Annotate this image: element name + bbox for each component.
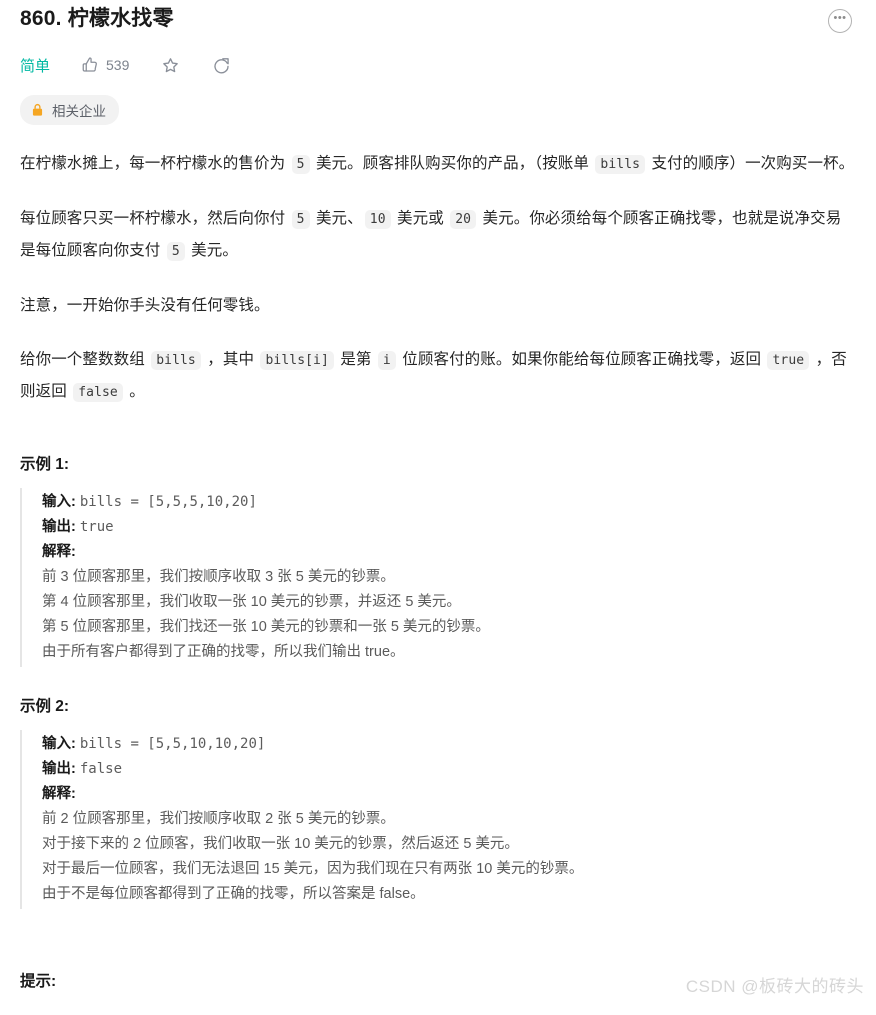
example-2-explain-label: 解释:	[42, 786, 76, 802]
example-2-explain-line-3: 对于最后一位顾客，我们无法退回 15 美元，因为我们现在只有两张 10 美元的钞…	[42, 861, 584, 877]
p2-code-1: 5	[291, 210, 310, 229]
thumbs-up-icon	[81, 56, 99, 74]
example-1-input: 输入: bills = [5,5,5,10,20]	[42, 490, 856, 515]
description-paragraph-1: 在柠檬水摊上，每一杯柠檬水的售价为 5 美元。顾客排队购买你的产品，（按账单 b…	[20, 148, 856, 180]
favorite-button[interactable]	[161, 56, 180, 75]
p2-text-2: 美元、	[311, 210, 363, 227]
p4-text-2: ，其中	[202, 351, 259, 368]
example-2-explain-line-4: 由于不是每位顾客都得到了正确的找零，所以答案是 false。	[42, 886, 425, 902]
p4-code-4: true	[767, 351, 810, 370]
example-2-block: 输入: bills = [5,5,10,10,20] 输出: false 解释:…	[20, 730, 856, 909]
p1-text-3: 支付的顺序）一次购买一杯。	[647, 155, 855, 172]
example-1-explain-line-2: 第 4 位顾客那里，我们收取一张 10 美元的钞票，并返还 5 美元。	[42, 594, 461, 610]
example-2-input-label: 输入:	[42, 736, 76, 752]
p2-text-1: 每位顾客只买一杯柠檬水，然后向你付	[20, 210, 290, 227]
example-1-block: 输入: bills = [5,5,5,10,20] 输出: true 解释: 前…	[20, 488, 856, 667]
p4-code-3: i	[377, 351, 396, 370]
example-1-heading: 示例 1:	[20, 456, 70, 473]
p4-code-2: bills[i]	[260, 351, 334, 370]
p1-code-1: 5	[291, 155, 310, 174]
example-2-input: 输入: bills = [5,5,10,10,20]	[42, 732, 856, 757]
example-1-input-value: bills = [5,5,5,10,20]	[79, 494, 257, 510]
share-icon	[212, 56, 231, 75]
p1-text-2: 美元。顾客排队购买你的产品，（按账单	[311, 155, 594, 172]
p4-text-1: 给你一个整数数组	[20, 351, 150, 368]
example-2-output-label: 输出:	[42, 761, 76, 777]
example-1-output: 输出: true	[42, 515, 856, 540]
meta-row: 简单 539	[20, 52, 856, 78]
example-2-heading: 示例 2:	[20, 698, 70, 715]
p2-code-2: 10	[364, 210, 391, 229]
p4-text-6: 。	[124, 383, 145, 400]
p4-text-3: 是第	[335, 351, 376, 368]
example-2-output: 输出: false	[42, 757, 856, 782]
example-1-explain-label-row: 解释:	[42, 540, 856, 565]
example-1-input-label: 输入:	[42, 494, 76, 510]
example-1-output-value: true	[79, 519, 114, 535]
example-1-explain-line-3: 第 5 位顾客那里，我们找还一张 10 美元的钞票和一张 5 美元的钞票。	[42, 619, 490, 635]
example-1-explain-line-4: 由于所有客户都得到了正确的找零，所以我们输出 true。	[42, 644, 405, 660]
p2-text-5: 美元。	[186, 242, 238, 259]
page-title: 860. 柠檬水找零	[20, 7, 174, 30]
p3-text-1: 注意，一开始你手头没有任何零钱。	[20, 297, 270, 314]
example-1-output-label: 输出:	[42, 519, 76, 535]
example-1-explain-line-1: 前 3 位顾客那里，我们按顺序收取 3 张 5 美元的钞票。	[42, 569, 395, 585]
like-button[interactable]: 539	[81, 56, 129, 74]
p2-code-4: 5	[166, 242, 185, 261]
p2-text-3: 美元或	[392, 210, 449, 227]
difficulty-label[interactable]: 简单	[20, 55, 50, 76]
example-2-input-value: bills = [5,5,10,10,20]	[79, 736, 266, 752]
description-paragraph-3: 注意，一开始你手头没有任何零钱。	[20, 290, 856, 321]
share-button[interactable]	[212, 56, 231, 75]
example-1-explain-label: 解释:	[42, 544, 76, 560]
p1-text-1: 在柠檬水摊上，每一杯柠檬水的售价为	[20, 155, 290, 172]
description-paragraph-4: 给你一个整数数组 bills ，其中 bills[i] 是第 i 位顾客付的账。…	[20, 344, 856, 408]
badge-label: 相关企业	[52, 104, 106, 119]
like-count: 539	[106, 57, 130, 73]
ellipsis-dots: •••	[833, 12, 847, 24]
badge-row: 相关企业	[20, 95, 856, 125]
problem-description: 在柠檬水摊上，每一杯柠檬水的售价为 5 美元。顾客排队购买你的产品，（按账单 b…	[20, 148, 856, 991]
example-2-explain-line-2: 对于接下来的 2 位顾客，我们收取一张 10 美元的钞票，然后返还 5 美元。	[42, 836, 519, 852]
csdn-watermark: CSDN @板砖大的砖头	[685, 977, 864, 996]
title-row: 860. 柠檬水找零 •••	[20, 0, 856, 34]
problem-page: 860. 柠檬水找零 ••• 简单 539 相关企业 在柠檬水摊上，每一杯柠檬水…	[0, 0, 876, 1015]
description-paragraph-2: 每位顾客只买一杯柠檬水，然后向你付 5 美元、 10 美元或 20 美元。你必须给…	[20, 203, 856, 267]
lock-icon	[31, 103, 44, 117]
p4-text-4: 位顾客付的账。如果你能给每位顾客正确找零，返回	[397, 351, 766, 368]
p4-code-5: false	[73, 383, 123, 402]
star-icon	[161, 56, 180, 75]
related-companies-badge[interactable]: 相关企业	[20, 95, 119, 125]
ellipsis-icon[interactable]: •••	[828, 9, 852, 33]
example-2-explain-label-row: 解释:	[42, 782, 856, 807]
example-2-output-value: false	[79, 761, 123, 777]
p2-code-3: 20	[450, 210, 477, 229]
example-2-explain-line-1: 前 2 位顾客那里，我们按顺序收取 2 张 5 美元的钞票。	[42, 811, 395, 827]
p1-code-2: bills	[595, 155, 646, 174]
p4-code-1: bills	[151, 351, 201, 370]
